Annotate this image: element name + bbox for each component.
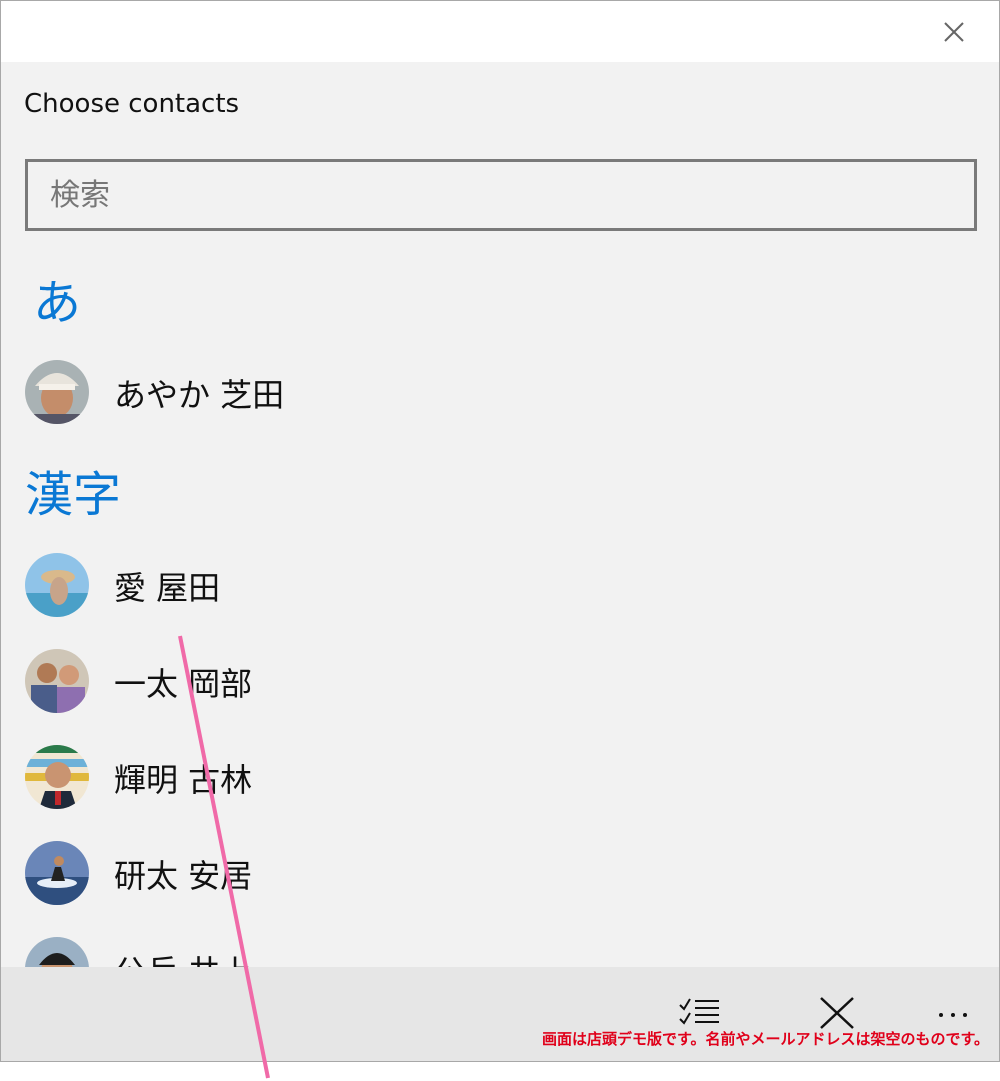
contact-list[interactable]: あ あやか 芝田 漢字 愛 屋田 一太 岡部 輝明 古林 研太 安居 bbox=[1, 251, 999, 967]
window-close-button[interactable] bbox=[939, 17, 969, 47]
avatar bbox=[25, 553, 89, 617]
page-title: Choose contacts bbox=[24, 89, 240, 119]
avatar bbox=[25, 745, 89, 809]
contact-item[interactable]: 研太 安居 bbox=[25, 841, 925, 907]
avatar bbox=[25, 841, 89, 905]
avatar bbox=[25, 649, 89, 713]
avatar bbox=[25, 360, 89, 424]
more-button[interactable] bbox=[931, 995, 975, 1031]
contact-item[interactable]: 一太 岡部 bbox=[25, 649, 925, 715]
cancel-button[interactable] bbox=[815, 995, 859, 1031]
close-icon bbox=[820, 997, 854, 1029]
group-header-kanji[interactable]: 漢字 bbox=[25, 465, 121, 525]
avatar bbox=[25, 937, 89, 967]
title-bar bbox=[1, 1, 999, 62]
contact-name: 公兵 井上 bbox=[114, 947, 252, 967]
contact-name: 研太 安居 bbox=[114, 857, 253, 895]
group-header-a[interactable]: あ bbox=[33, 273, 81, 333]
select-button[interactable] bbox=[677, 995, 721, 1031]
contact-item[interactable]: 公兵 井上 bbox=[25, 937, 925, 967]
search-box[interactable] bbox=[25, 159, 977, 231]
contact-name: あやか 芝田 bbox=[114, 376, 285, 414]
select-list-icon bbox=[679, 998, 719, 1025]
contact-item[interactable]: 愛 屋田 bbox=[25, 553, 925, 619]
search-input[interactable] bbox=[28, 162, 974, 228]
command-bar: 画面は店頭デモ版です。名前やメールアドレスは架空のものです。 bbox=[1, 967, 999, 1061]
demo-disclaimer: 画面は店頭デモ版です。名前やメールアドレスは架空のものです。 bbox=[541, 1030, 989, 1048]
contact-name: 輝明 古林 bbox=[114, 761, 253, 799]
more-dots-icon bbox=[939, 1013, 967, 1017]
close-icon bbox=[944, 22, 964, 42]
contact-picker-window: Choose contacts あ あやか 芝田 漢字 bbox=[0, 0, 1000, 1062]
contact-name: 一太 岡部 bbox=[114, 665, 253, 703]
contact-item[interactable]: あやか 芝田 bbox=[25, 360, 925, 426]
contact-name: 愛 屋田 bbox=[114, 569, 221, 607]
contact-item[interactable]: 輝明 古林 bbox=[25, 745, 925, 811]
